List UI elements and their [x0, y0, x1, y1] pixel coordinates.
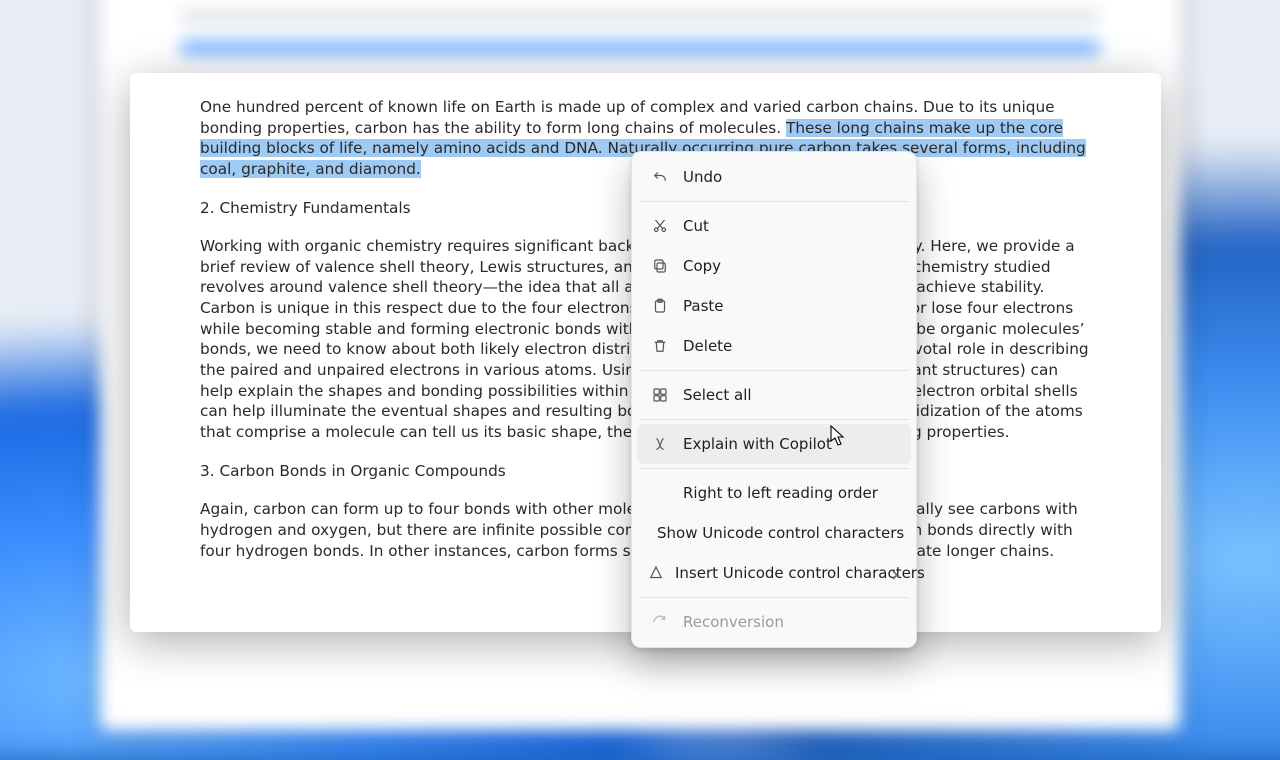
ctx-undo[interactable]: Undo: [637, 157, 911, 197]
ctx-separator: [639, 468, 909, 469]
context-menu: Undo Cut Copy Paste: [631, 151, 917, 648]
ctx-reconversion-label: Reconversion: [683, 613, 901, 631]
ctx-separator: [639, 370, 909, 371]
blank-icon: [647, 484, 673, 502]
ctx-insert-unicode[interactable]: Insert Unicode control characters: [637, 553, 911, 593]
ctx-rtl-order[interactable]: Right to left reading order: [637, 473, 911, 513]
ctx-undo-label: Undo: [683, 168, 901, 186]
ctx-explain-copilot[interactable]: Explain with Copilot: [637, 424, 911, 464]
ctx-reconversion: Reconversion: [637, 602, 911, 642]
delete-icon: [647, 337, 673, 355]
ctx-delete[interactable]: Delete: [637, 326, 911, 366]
ctx-show-unicode-label: Show Unicode control characters: [657, 524, 904, 542]
ctx-separator: [639, 419, 909, 420]
ctx-paste-label: Paste: [683, 297, 901, 315]
ctx-paste[interactable]: Paste: [637, 286, 911, 326]
ctx-separator: [639, 201, 909, 202]
undo-icon: [647, 168, 673, 186]
ctx-insert-unicode-label: Insert Unicode control characters: [675, 564, 925, 582]
ctx-delete-label: Delete: [683, 337, 901, 355]
ctx-separator: [639, 597, 909, 598]
select-all-icon: [647, 386, 673, 404]
ctx-select-all[interactable]: Select all: [637, 375, 911, 415]
paste-icon: [647, 297, 673, 315]
ctx-cut-label: Cut: [683, 217, 901, 235]
ctx-select-all-label: Select all: [683, 386, 901, 404]
ctx-explain-copilot-label: Explain with Copilot: [683, 435, 901, 453]
copy-icon: [647, 257, 673, 275]
reconversion-icon: [647, 613, 673, 631]
ctx-copy-label: Copy: [683, 257, 901, 275]
ctx-rtl-order-label: Right to left reading order: [683, 484, 901, 502]
insert-unicode-icon: [647, 564, 665, 582]
ctx-copy[interactable]: Copy: [637, 246, 911, 286]
cut-icon: [647, 217, 673, 235]
chevron-right-icon: [889, 567, 901, 579]
ctx-cut[interactable]: Cut: [637, 206, 911, 246]
ctx-show-unicode[interactable]: Show Unicode control characters: [637, 513, 911, 553]
copilot-icon: [647, 435, 673, 453]
